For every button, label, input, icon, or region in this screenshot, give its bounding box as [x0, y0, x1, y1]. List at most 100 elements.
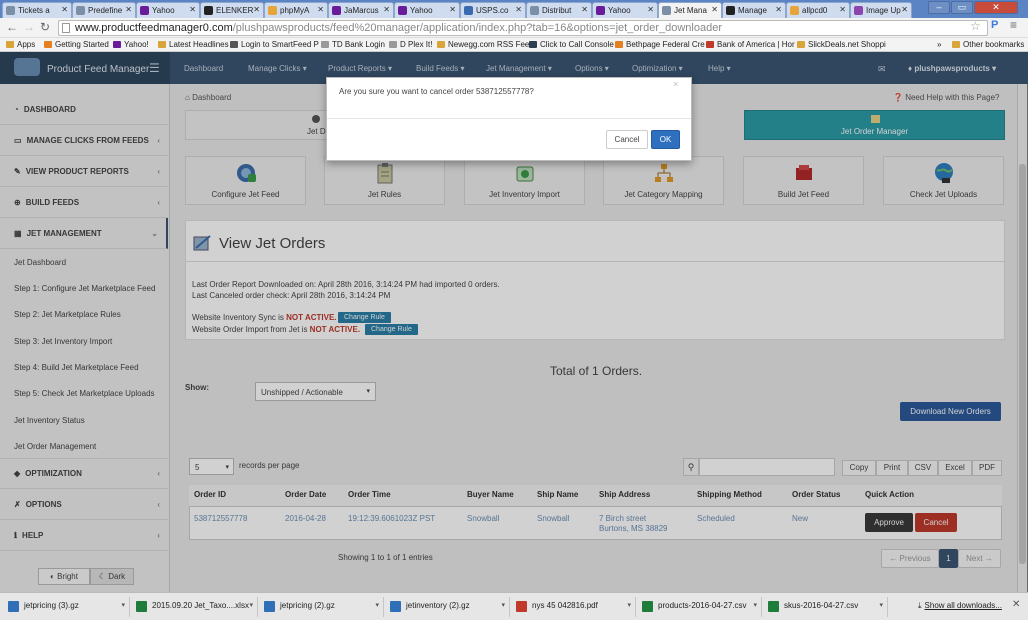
chevron-down-icon[interactable]: ▾: [375, 601, 379, 609]
browser-tab[interactable]: Predefine ✕: [72, 2, 136, 18]
pdf-file-icon: [516, 601, 527, 612]
tab-favicon-icon: [6, 6, 15, 15]
tab-favicon-icon: [530, 6, 539, 15]
amazon-favicon-icon: [726, 6, 735, 15]
close-downloads-icon[interactable]: ✕: [1012, 599, 1020, 610]
browser-tab[interactable]: Yahoo ✕: [394, 2, 460, 18]
show-all-downloads-link[interactable]: ⤓ Show all downloads...: [918, 601, 1002, 611]
file-icon: [136, 601, 147, 612]
confirm-dialog: Are you sure you want to cancel order 53…: [326, 77, 692, 161]
close-tab-icon[interactable]: ✕: [711, 5, 718, 14]
file-icon: [8, 601, 19, 612]
modal-divider: [327, 118, 691, 119]
tab-favicon-icon: [790, 6, 799, 15]
close-tab-icon[interactable]: ✕: [449, 5, 456, 14]
close-icon[interactable]: ×: [673, 79, 678, 89]
downloads-bar: jetpricing (3).gz ▾ 2015.09.20 Jet_Taxo..…: [0, 592, 1028, 620]
browser-tab[interactable]: Distribut ✕: [526, 2, 592, 18]
download-item[interactable]: jetpricing (3).gz ▾: [2, 597, 130, 617]
close-tab-icon[interactable]: ✕: [515, 5, 522, 14]
bookmark-getting-started[interactable]: Getting Started: [44, 40, 109, 49]
chevron-down-icon[interactable]: ▾: [627, 601, 631, 609]
close-tab-icon[interactable]: ✕: [901, 5, 908, 14]
file-icon: [264, 601, 275, 612]
close-tab-icon[interactable]: ✕: [61, 5, 68, 14]
chevron-down-icon[interactable]: ▾: [501, 601, 505, 609]
browser-tab[interactable]: Yahoo ✕: [592, 2, 658, 18]
chevron-down-icon[interactable]: ▾: [121, 601, 125, 609]
chevron-down-icon[interactable]: ▾: [753, 601, 757, 609]
phpmyadmin-favicon-icon: [268, 6, 277, 15]
bookmark-latest-headlines[interactable]: Latest Headlines: [158, 40, 229, 49]
yahoo-favicon-icon: [596, 6, 605, 15]
tab-favicon-icon: [854, 6, 863, 15]
bookmark-bethpage[interactable]: Bethpage Federal Cre: [615, 40, 705, 49]
bookmarks-overflow-button[interactable]: »: [926, 40, 941, 49]
bookmark-newegg[interactable]: Newegg.com RSS Fee: [437, 40, 529, 49]
bookmark-apps[interactable]: Apps: [6, 40, 35, 49]
chevron-down-icon[interactable]: ▾: [249, 601, 253, 609]
close-tab-icon[interactable]: ✕: [383, 5, 390, 14]
usps-favicon-icon: [464, 6, 473, 15]
close-tab-icon[interactable]: ✕: [839, 5, 846, 14]
back-arrow-icon[interactable]: ←: [6, 20, 18, 34]
bookmark-bank-of-america[interactable]: Bank of America | Hor: [706, 40, 795, 49]
yahoo-favicon-icon: [140, 6, 149, 15]
csv-file-icon: [768, 601, 779, 612]
browser-tab[interactable]: Yahoo ✕: [136, 2, 200, 18]
amazon-favicon-icon: [204, 6, 213, 15]
download-item[interactable]: products-2016-04-27.csv ▾: [636, 597, 762, 617]
star-icon[interactable]: ☆: [970, 19, 981, 33]
reload-icon[interactable]: ↻: [40, 20, 50, 34]
browser-toolbar: ← → ↻ www.productfeedmanager0.com/plushp…: [0, 18, 1028, 38]
browser-tab[interactable]: USPS.co ✕: [460, 2, 526, 18]
bookmark-plex[interactable]: D Plex It!: [389, 40, 432, 49]
download-item[interactable]: jetinventory (2).gz ▾: [384, 597, 510, 617]
menu-icon[interactable]: ≡: [1010, 18, 1017, 32]
close-tab-icon[interactable]: ✕: [581, 5, 588, 14]
close-tab-icon[interactable]: ✕: [317, 5, 324, 14]
download-item[interactable]: jetpricing (2).gz ▾: [258, 597, 384, 617]
browser-tab[interactable]: ELENKER ✕: [200, 2, 264, 18]
modal-cancel-button[interactable]: Cancel: [606, 130, 648, 149]
csv-file-icon: [642, 601, 653, 612]
page-icon: [62, 23, 70, 33]
close-tab-icon[interactable]: ✕: [253, 5, 260, 14]
download-item[interactable]: nys 45 042816.pdf ▾: [510, 597, 636, 617]
bookmark-td-bank[interactable]: TD Bank Login: [321, 40, 385, 49]
download-arrow-icon: ⤓: [918, 601, 922, 610]
file-icon: [390, 601, 401, 612]
bookmark-smartfeed[interactable]: Login to SmartFeed P: [230, 40, 319, 49]
tab-favicon-icon: [662, 6, 671, 15]
extension-p-icon[interactable]: P: [991, 19, 998, 31]
modal-ok-button[interactable]: OK: [651, 130, 680, 149]
close-window-button[interactable]: ✕: [974, 1, 1018, 14]
browser-tab[interactable]: Image Up ✕: [850, 2, 912, 18]
close-tab-icon[interactable]: ✕: [647, 5, 654, 14]
close-tab-icon[interactable]: ✕: [775, 5, 782, 14]
close-tab-icon[interactable]: ✕: [189, 5, 196, 14]
confirm-message: Are you sure you want to cancel order 53…: [339, 87, 534, 96]
browser-tab[interactable]: allpcd0 ✕: [786, 2, 850, 18]
bookmark-other[interactable]: Other bookmarks: [952, 40, 1024, 49]
bookmark-yahoo[interactable]: Yahoo!: [113, 40, 149, 49]
browser-tab[interactable]: Manage ✕: [722, 2, 786, 18]
browser-tab[interactable]: Tickets a ✕: [2, 2, 72, 18]
chevron-down-icon[interactable]: ▾: [879, 601, 883, 609]
browser-tab[interactable]: JaMarcus ✕: [328, 2, 394, 18]
minimize-window-button[interactable]: –: [928, 1, 950, 14]
bookmark-click-to-call[interactable]: Click to Call Console: [529, 40, 614, 49]
tab-favicon-icon: [76, 6, 85, 15]
bookmarks-bar: Apps Getting Started Yahoo! Latest Headl…: [0, 38, 1028, 52]
bookmark-slickdeals[interactable]: SlickDeals.net Shoppi: [797, 40, 886, 49]
browser-tab[interactable]: phpMyA ✕: [264, 2, 328, 18]
maximize-window-button[interactable]: ▭: [951, 1, 973, 14]
browser-tab-active[interactable]: Jet Mana ✕: [658, 2, 722, 18]
forward-arrow-icon[interactable]: →: [23, 20, 35, 34]
yahoo-favicon-icon: [398, 6, 407, 15]
address-bar[interactable]: www.productfeedmanager0.com/plushpawspro…: [58, 20, 988, 36]
download-item[interactable]: skus-2016-04-27.csv ▾: [762, 597, 888, 617]
download-item[interactable]: 2015.09.20 Jet_Taxo....xlsx ▾: [130, 597, 258, 617]
browser-tab-bar: Tickets a ✕ Predefine ✕ Yahoo ✕ ELENKER ✕ ph…: [0, 0, 1028, 18]
close-tab-icon[interactable]: ✕: [125, 5, 132, 14]
